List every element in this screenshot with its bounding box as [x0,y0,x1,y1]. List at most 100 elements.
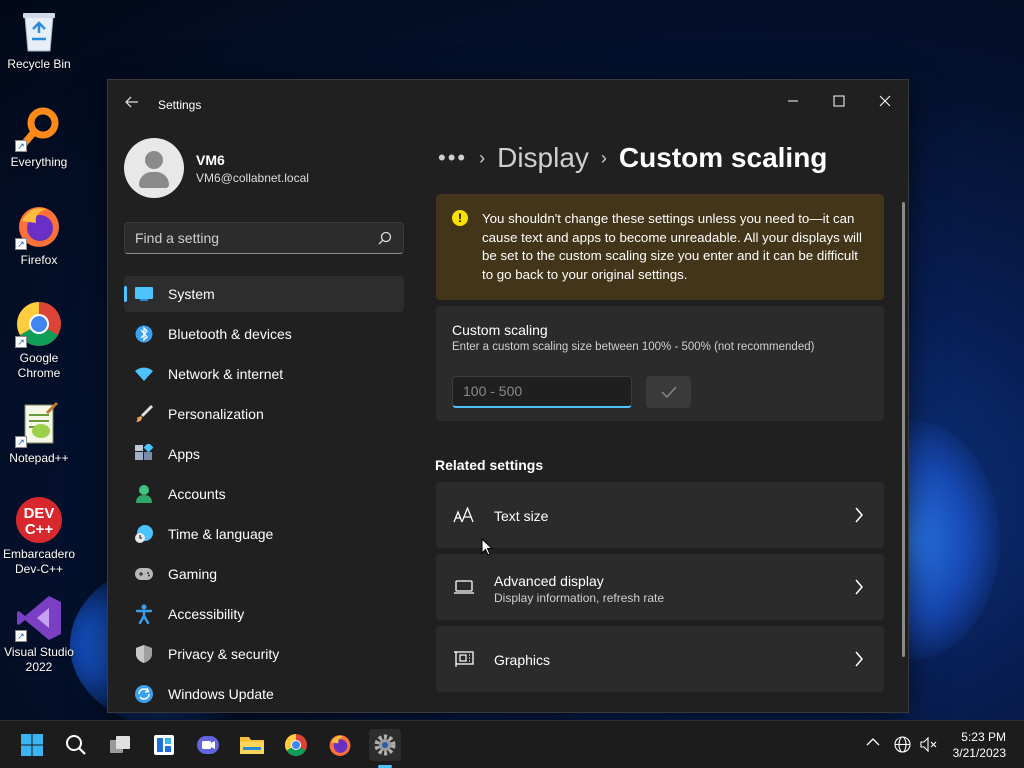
chevron-right-icon [855,579,863,595]
scaling-input-box[interactable] [452,376,632,408]
shortcut-arrow-icon: ↗ [15,140,27,152]
search-icon[interactable] [377,230,393,246]
scrollbar[interactable] [902,202,905,657]
search-box[interactable] [124,222,404,254]
taskbar-search-button[interactable] [60,729,92,761]
taskbar-chrome-button[interactable] [280,729,312,761]
nav-item-apps[interactable]: Apps [124,436,404,472]
advanced-display-sublabel: Display information, refresh rate [494,591,665,605]
desktop-icon-firefox[interactable]: ↗ Firefox [1,202,77,268]
desktop-icon-devcpp[interactable]: DEV C++ Embarcadero Dev-C++ [1,496,77,577]
system-clock[interactable]: 5:23 PM 3/21/2023 [953,729,1006,761]
apply-scaling-button[interactable] [646,376,691,408]
nav-item-bluetooth[interactable]: Bluetooth & devices [124,316,404,352]
taskbar-settings-button[interactable] [369,729,401,761]
chevron-right-icon: › [600,147,607,168]
user-name: VM6 [196,151,225,168]
wifi-icon [134,364,154,384]
desktop-icon-everything[interactable]: ↗ Everything [1,104,77,170]
firefox-icon [329,735,351,756]
desktop-icon-visual-studio[interactable]: ↗ Visual Studio 2022 [1,594,77,675]
nav-item-gaming[interactable]: Gaming [124,556,404,592]
nav-item-personalization[interactable]: Personalization [124,396,404,432]
nav-item-label: Privacy & security [168,646,280,662]
widgets-button[interactable] [148,729,180,761]
nav-item-label: Personalization [168,406,264,422]
mouse-cursor-icon [481,538,493,556]
system-icon [134,284,154,304]
graphics-link[interactable]: Graphics [436,626,884,692]
breadcrumb-display[interactable]: Display [497,142,589,174]
close-icon [879,95,891,107]
volume-tray-button[interactable] [920,736,938,756]
user-profile[interactable]: VM6 VM6@collabnet.local [124,138,309,198]
devcpp-icon: DEV C++ [15,496,63,544]
nav-item-privacy-security[interactable]: Privacy & security [124,636,404,672]
desktop-icon-label: Google Chrome [17,351,61,380]
scaling-input[interactable] [463,383,613,399]
minimize-button[interactable] [770,86,816,118]
desktop-icon-recycle-bin[interactable]: Recycle Bin [1,6,77,72]
globe-icon [894,736,911,753]
back-arrow-icon [125,96,138,108]
user-email: VM6@collabnet.local [196,170,309,185]
warning-banner: ! You shouldn't change these settings un… [436,194,884,300]
search-input[interactable] [135,230,365,246]
maximize-button[interactable] [816,86,862,118]
sidebar: VM6 VM6@collabnet.local System Bluetooth… [108,130,418,712]
nav-item-system[interactable]: System [124,276,404,312]
taskbar-firefox-button[interactable] [324,729,356,761]
text-size-icon [452,504,476,526]
avatar [124,138,184,198]
desktop-icon-label: Recycle Bin [7,57,71,71]
clock-globe-icon [134,524,154,544]
network-tray-button[interactable] [894,736,911,756]
back-button[interactable] [120,94,144,118]
svg-text:C++: C++ [25,521,54,538]
nav-item-accessibility[interactable]: Accessibility [124,596,404,632]
nav-item-network[interactable]: Network & internet [124,356,404,392]
brush-icon [134,404,154,424]
checkmark-icon [661,386,677,398]
chevron-right-icon: › [479,147,486,168]
shortcut-arrow-icon: ↗ [15,436,27,448]
file-explorer-button[interactable] [236,729,268,761]
desktop-icon-label: Everything [10,155,68,169]
desktop-icon-label: Firefox [20,253,58,267]
related-settings-heading: Related settings [435,457,544,473]
search-icon [66,735,86,755]
text-size-link[interactable]: Text size [436,482,884,548]
chevron-right-icon [855,651,863,667]
desktop-icon-chrome[interactable]: ↗ Google Chrome [1,300,77,381]
shield-icon [134,644,154,664]
nav-item-time-language[interactable]: Time & language [124,516,404,552]
close-button[interactable] [862,86,908,118]
apps-icon [134,444,154,464]
nav-list: System Bluetooth & devices Network & int… [124,276,404,712]
nav-item-label: System [168,286,215,302]
desktop-icon-notepadpp[interactable]: ↗ Notepad++ [1,400,77,466]
warning-text: You shouldn't change these settings unle… [482,211,862,282]
task-view-button[interactable] [104,729,136,761]
desktop-icon-label: Embarcadero Dev-C++ [2,547,76,576]
breadcrumb-overflow-button[interactable]: ••• [438,145,467,171]
desktop-icon-label: Notepad++ [9,451,69,465]
accounts-icon [134,484,154,504]
settings-window: Settings VM6 VM6@collabnet.local Syst [107,79,909,713]
nav-item-accounts[interactable]: Accounts [124,476,404,512]
start-button[interactable] [16,729,48,761]
nav-item-label: Network & internet [168,366,284,382]
accessibility-icon [134,604,154,624]
visual-studio-icon: ↗ [15,594,63,642]
firefox-icon: ↗ [15,202,63,250]
graphics-label: Graphics [494,652,551,668]
chrome-icon [285,734,307,756]
custom-scaling-subtitle: Enter a custom scaling size between 100%… [452,341,815,353]
advanced-display-link[interactable]: Advanced display Display information, re… [436,554,884,620]
chevron-up-icon [866,738,880,746]
show-hidden-icons-button[interactable] [866,735,880,750]
teams-chat-button[interactable] [192,729,224,761]
title-bar: Settings [108,80,908,130]
nav-item-label: Accounts [168,486,226,502]
nav-item-windows-update[interactable]: Windows Update [124,676,404,712]
